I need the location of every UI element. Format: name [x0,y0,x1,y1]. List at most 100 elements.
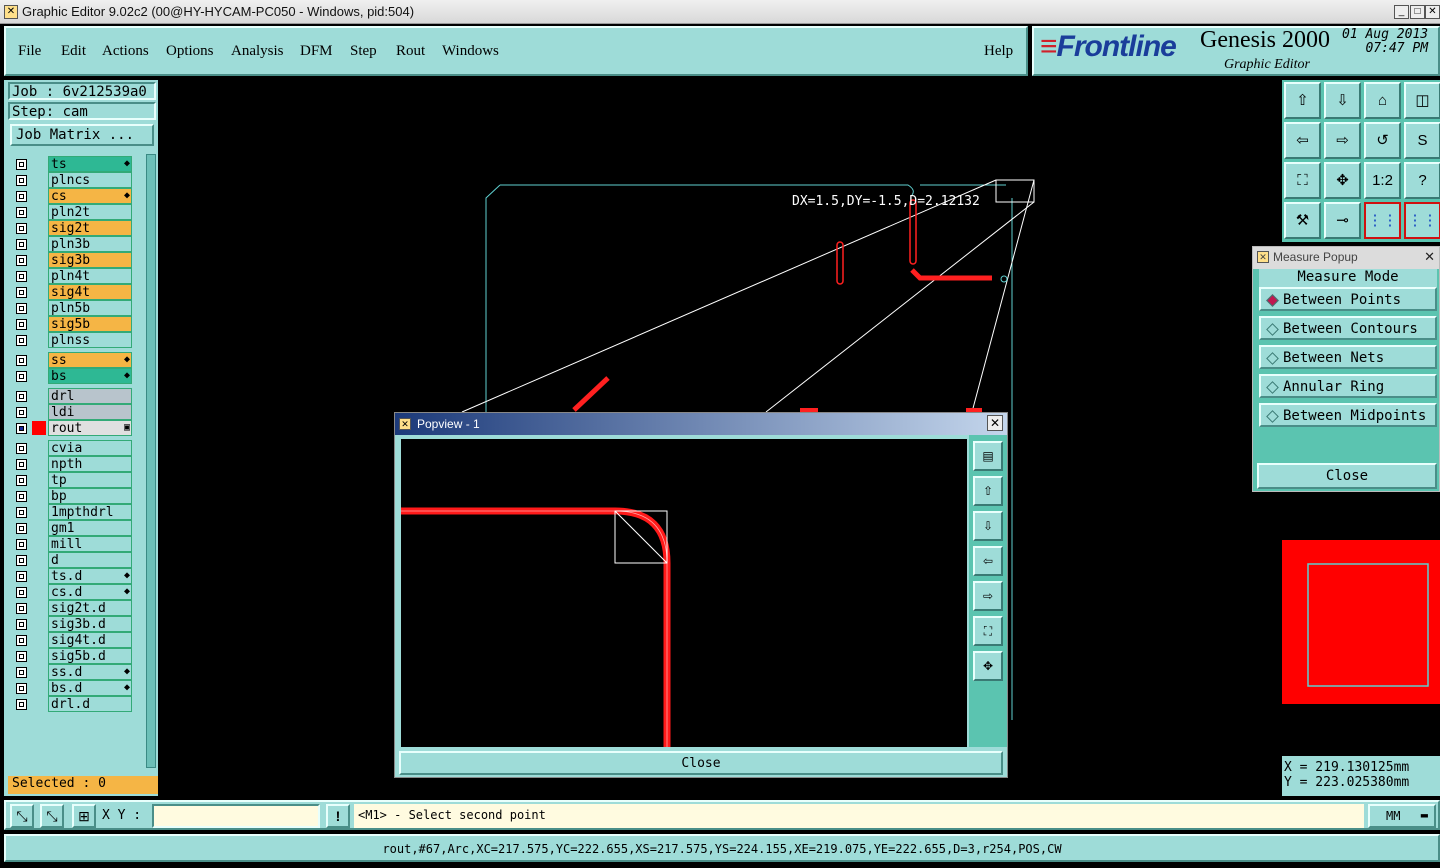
popview-down-icon[interactable]: ⇩ [973,511,1003,541]
layer-row-cvia[interactable]: cvia [10,440,132,456]
layer-checkbox[interactable] [16,443,27,454]
layer-checkbox[interactable] [16,255,27,266]
layer-checkbox[interactable] [16,635,27,646]
popview-zoom-out-icon[interactable]: ✥ [973,651,1003,681]
layer-row-sig3b-d[interactable]: sig3b.d [10,616,132,632]
layer-row-mill[interactable]: mill [10,536,132,552]
zoom-center-icon[interactable]: ✥ [1324,162,1361,199]
popview-close-button[interactable]: Close [399,751,1003,775]
units-select[interactable]: MM ▬ [1368,804,1436,828]
layer-row-npth[interactable]: npth [10,456,132,472]
job-matrix-button[interactable]: Job Matrix ... [10,124,154,146]
layer-row-pln2t[interactable]: pln2t [10,204,132,220]
menu-actions[interactable]: Actions [102,43,149,60]
layer-checkbox[interactable] [16,699,27,710]
layer-row-drl-d[interactable]: drl.d [10,696,132,712]
layer-checkbox[interactable] [16,239,27,250]
layer-checkbox[interactable] [16,475,27,486]
probe-icon[interactable]: ⊸ [1324,202,1361,239]
layer-row-ldi[interactable]: ldi [10,404,132,420]
pan-left-icon[interactable]: ⇦ [1284,122,1321,159]
popview-layers-icon[interactable]: ▤ [973,441,1003,471]
layer-row-pln5b[interactable]: pln5b [10,300,132,316]
layer-checkbox[interactable] [16,287,27,298]
popview-canvas[interactable] [401,439,967,747]
layer-checkbox[interactable] [16,407,27,418]
layer-checkbox[interactable] [16,587,27,598]
option-between-nets[interactable]: Between Nets [1259,345,1437,369]
layer-checkbox[interactable] [16,603,27,614]
layer-row-1mpthdrl[interactable]: 1mpthdrl [10,504,132,520]
layer-checkbox[interactable] [16,539,27,550]
layer-checkbox[interactable] [16,391,27,402]
layer-checkbox[interactable] [16,507,27,518]
layer-row-gm1[interactable]: gm1 [10,520,132,536]
home-icon[interactable]: ⌂ [1364,82,1401,119]
layer-checkbox[interactable] [16,667,27,678]
layer-row-sig2t[interactable]: sig2t [10,220,132,236]
layer-row-plnss[interactable]: plnss [10,332,132,348]
layer-row-ss[interactable]: ss ◆ [10,352,132,368]
layer-row-d[interactable]: d [10,552,132,568]
split-view-icon[interactable]: ◫ [1404,82,1440,119]
snap-icon[interactable]: ⤡ [10,804,34,828]
layer-row-cs-d[interactable]: cs.d ◆ [10,584,132,600]
layer-checkbox[interactable] [16,459,27,470]
layer-checkbox[interactable] [16,651,27,662]
option-between-points[interactable]: Between Points [1259,287,1437,311]
layer-checkbox[interactable] [16,319,27,330]
layer-checkbox[interactable] [16,571,27,582]
layer-checkbox[interactable] [16,355,27,366]
net-icon[interactable]: ⋮⋮ [1364,202,1401,239]
layer-row-ss-d[interactable]: ss.d ◆ [10,664,132,680]
layer-row-sig2t-d[interactable]: sig2t.d [10,600,132,616]
layer-row-pln4t[interactable]: pln4t [10,268,132,284]
layer-row-sig5b[interactable]: sig5b [10,316,132,332]
layer-checkbox[interactable] [16,555,27,566]
layer-checkbox[interactable] [16,371,27,382]
menu-windows[interactable]: Windows [442,43,499,60]
menu-options[interactable]: Options [166,43,214,60]
menu-analysis[interactable]: Analysis [231,43,284,60]
net-compare-icon[interactable]: ⋮⋮ [1404,202,1440,239]
layer-checkbox[interactable] [16,207,27,218]
measure-close-button[interactable]: Close [1257,463,1437,489]
layer-row-bs[interactable]: bs ◆ [10,368,132,384]
layer-checkbox[interactable] [16,223,27,234]
menu-dfm[interactable]: DFM [300,43,333,60]
layer-row-ts-d[interactable]: ts.d ◆ [10,568,132,584]
layer-checkbox[interactable] [16,175,27,186]
undo-icon[interactable]: ↺ [1364,122,1401,159]
grid-icon[interactable]: ⊞ [72,804,96,828]
popview-up-icon[interactable]: ⇧ [973,476,1003,506]
zoom-fit-icon[interactable]: ⛶ [1284,162,1321,199]
menu-step[interactable]: Step [350,43,377,60]
layer-row-bs-d[interactable]: bs.d ◆ [10,680,132,696]
xy-input[interactable] [152,804,320,828]
layer-row-ts[interactable]: ts ◆ [10,156,132,172]
help-icon[interactable]: ? [1404,162,1440,199]
tools-icon[interactable]: ⚒ [1284,202,1321,239]
layer-row-rout[interactable]: rout ▣ [10,420,132,436]
layer-checkbox[interactable] [16,683,27,694]
layer-checkbox[interactable] [16,271,27,282]
alert-icon[interactable]: ! [326,804,350,828]
popview-zoom-in-icon[interactable]: ⛶ [973,616,1003,646]
layer-down-icon[interactable]: ⇩ [1324,82,1361,119]
snap-off-icon[interactable]: ⤡ [40,804,64,828]
layer-checkbox[interactable] [16,335,27,346]
maximize-button[interactable]: □ [1410,5,1425,19]
layer-checkbox[interactable] [16,523,27,534]
popview-right-icon[interactable]: ⇨ [973,581,1003,611]
menu-file[interactable]: File [18,43,41,60]
layer-row-drl[interactable]: drl [10,388,132,404]
layer-row-cs[interactable]: cs ◆ [10,188,132,204]
layer-checkbox[interactable] [16,423,27,434]
layer-row-sig4t-d[interactable]: sig4t.d [10,632,132,648]
pan-right-icon[interactable]: ⇨ [1324,122,1361,159]
layer-up-icon[interactable]: ⇧ [1284,82,1321,119]
layer-checkbox[interactable] [16,619,27,630]
layer-checkbox[interactable] [16,191,27,202]
redraw-icon[interactable]: S [1404,122,1440,159]
layer-row-sig3b[interactable]: sig3b [10,252,132,268]
